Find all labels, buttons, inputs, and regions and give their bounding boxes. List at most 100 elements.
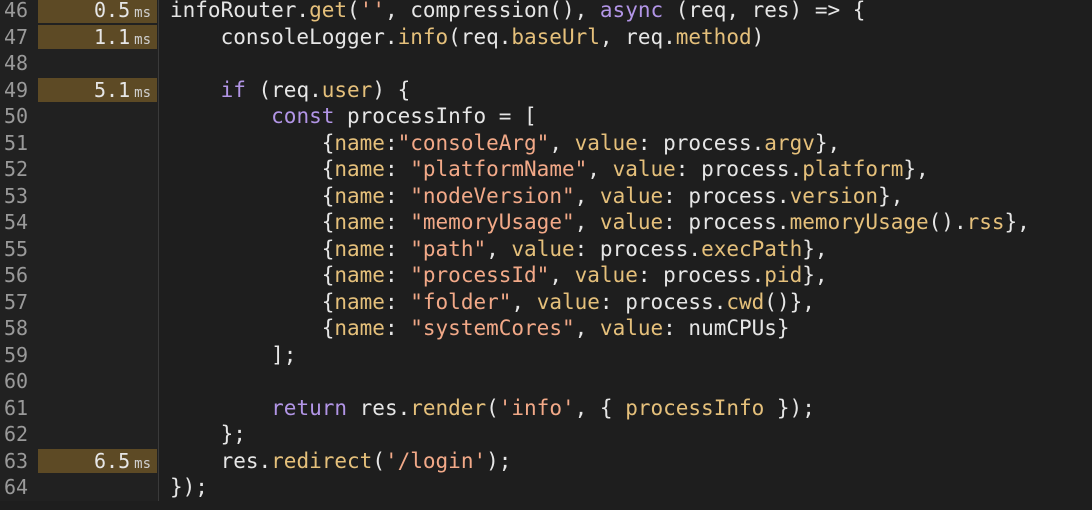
code-token: name: [334, 236, 385, 261]
code-line[interactable]: 48: [0, 50, 1092, 77]
code-text[interactable]: };: [170, 421, 246, 448]
line-number: 58: [4, 316, 29, 340]
code-line[interactable]: 58 {name: "systemCores", value: numCPUs}: [0, 315, 1092, 342]
line-number: 48: [4, 51, 29, 75]
code-token: {: [170, 289, 335, 314]
code-token: res.: [347, 395, 411, 420]
code-token: (: [486, 395, 499, 420]
code-text[interactable]: {name: "nodeVersion", value: process.ver…: [170, 183, 904, 210]
code-token: ,: [587, 157, 613, 181]
code-token: version: [789, 183, 879, 208]
code-token: name: [334, 316, 385, 340]
code-line[interactable]: 50 const processInfo = [: [0, 103, 1092, 130]
line-gutter: 59: [0, 341, 159, 368]
code-editor[interactable]: 46 0.5 ms infoRouter.get('', compression(),…: [0, 0, 1092, 510]
line-gutter: 58: [0, 315, 159, 342]
code-token: name: [334, 130, 385, 155]
code-token: '': [359, 0, 385, 22]
line-number: 57: [4, 289, 29, 314]
code-text[interactable]: if (req.user) {: [170, 77, 411, 104]
code-token: name: [334, 183, 385, 208]
line-number: 62: [4, 422, 29, 446]
code-token: (req, res) => {: [663, 0, 866, 22]
code-token: value: [599, 183, 664, 208]
code-line[interactable]: 59 ];: [0, 341, 1092, 369]
code-line[interactable]: 54 {name: "memoryUsage", value: process.…: [0, 209, 1092, 236]
code-text[interactable]: consoleLogger.info(req.baseUrl, req.meth…: [170, 24, 765, 51]
code-text[interactable]: {name: "memoryUsage", value: process.mem…: [170, 209, 1030, 236]
code-token: "folder": [410, 289, 512, 314]
timing-value: 1.1: [94, 24, 131, 49]
line-gutter: 56: [0, 262, 159, 289]
code-token: name: [334, 289, 385, 314]
code-line[interactable]: 61 return res.render('info', { processIn…: [0, 394, 1092, 422]
code-token: consoleLogger.: [170, 24, 398, 49]
line-number: 64: [4, 475, 29, 499]
code-line[interactable]: 62 };: [0, 421, 1092, 448]
code-line[interactable]: 46 0.5 ms infoRouter.get('', compression(),…: [0, 0, 1092, 24]
code-text[interactable]: {name: "systemCores", value: numCPUs}: [170, 315, 790, 342]
code-token: if: [220, 77, 246, 102]
line-gutter: 57: [0, 288, 159, 315]
line-number: 53: [4, 183, 29, 208]
code-token: , req.: [599, 24, 676, 49]
code-line[interactable]: 57 {name: "folder", value: process.cwd()…: [0, 288, 1092, 316]
line-number: 55: [4, 236, 29, 261]
code-token: {: [170, 130, 335, 155]
code-token: : process.: [637, 130, 765, 155]
code-token: platform: [802, 157, 904, 181]
code-line[interactable]: 51 {name:"consoleArg", value: process.ar…: [0, 129, 1092, 157]
code-token: "memoryUsage": [410, 210, 575, 234]
line-number: 52: [4, 157, 29, 181]
code-line[interactable]: 63 6.5 ms res.redirect('/login');: [0, 447, 1092, 475]
code-token: 'info': [498, 395, 575, 420]
code-token: : process.: [663, 210, 790, 234]
code-line[interactable]: 56 {name: "processId", value: process.pi…: [0, 262, 1092, 289]
line-number: 63: [4, 448, 29, 473]
code-text[interactable]: ];: [170, 342, 296, 369]
code-text[interactable]: const processInfo = [: [170, 103, 537, 130]
line-number: 54: [4, 210, 29, 234]
code-text[interactable]: });: [170, 474, 208, 501]
code-text[interactable]: {name:"consoleArg", value: process.argv}…: [170, 130, 840, 157]
timing-unit: ms: [134, 5, 151, 21]
code-line[interactable]: 53 {name: "nodeVersion", value: process.…: [0, 182, 1092, 210]
code-token: infoRouter.: [170, 0, 310, 22]
code-text[interactable]: return res.render('info', { processInfo …: [170, 395, 815, 422]
code-token: "nodeVersion": [410, 183, 575, 208]
code-token: "consoleArg": [397, 130, 550, 155]
code-token: rss: [966, 210, 1005, 234]
code-line[interactable]: 52 {name: "platformName", value: process…: [0, 156, 1092, 183]
code-token: ().: [928, 210, 967, 234]
code-text[interactable]: {name: "platformName", value: process.pl…: [170, 156, 929, 183]
code-token: return: [271, 395, 348, 420]
code-line[interactable]: 49 5.1 ms if (req.user) {: [0, 76, 1092, 104]
timing-unit: ms: [134, 84, 151, 101]
line-gutter: 61: [0, 394, 159, 421]
code-token: :: [384, 130, 398, 155]
code-token: : process.: [675, 157, 803, 181]
line-gutter: 46 0.5 ms: [0, 0, 159, 24]
code-text[interactable]: {name: "processId", value: process.pid},: [170, 262, 828, 289]
code-line[interactable]: 55 {name: "path", value: process.execPat…: [0, 235, 1092, 263]
line-gutter: 53: [0, 182, 159, 209]
code-token: "platformName": [410, 157, 588, 181]
code-token: processInfo: [625, 395, 765, 420]
code-text[interactable]: {name: "folder", value: process.cwd()},: [170, 289, 815, 316]
code-text[interactable]: {name: "path", value: process.execPath},: [170, 236, 828, 263]
code-text[interactable]: infoRouter.get('', compression(), async …: [170, 0, 865, 24]
code-token: : numCPUs}: [663, 316, 790, 340]
code-token: user: [321, 77, 373, 102]
code-token: ,: [574, 183, 600, 208]
code-line[interactable]: 60: [0, 368, 1092, 395]
code-token: info: [397, 24, 449, 49]
code-text[interactable]: res.redirect('/login');: [170, 448, 512, 475]
code-token: :: [384, 236, 411, 261]
code-line[interactable]: 47 1.1 ms consoleLogger.info(req.baseUrl, …: [0, 23, 1092, 51]
code-token: value: [574, 263, 638, 287]
code-token: (req.: [245, 77, 322, 102]
line-number: 50: [4, 104, 29, 128]
code-line[interactable]: 64});: [0, 474, 1092, 501]
code-token: ,: [549, 130, 575, 155]
